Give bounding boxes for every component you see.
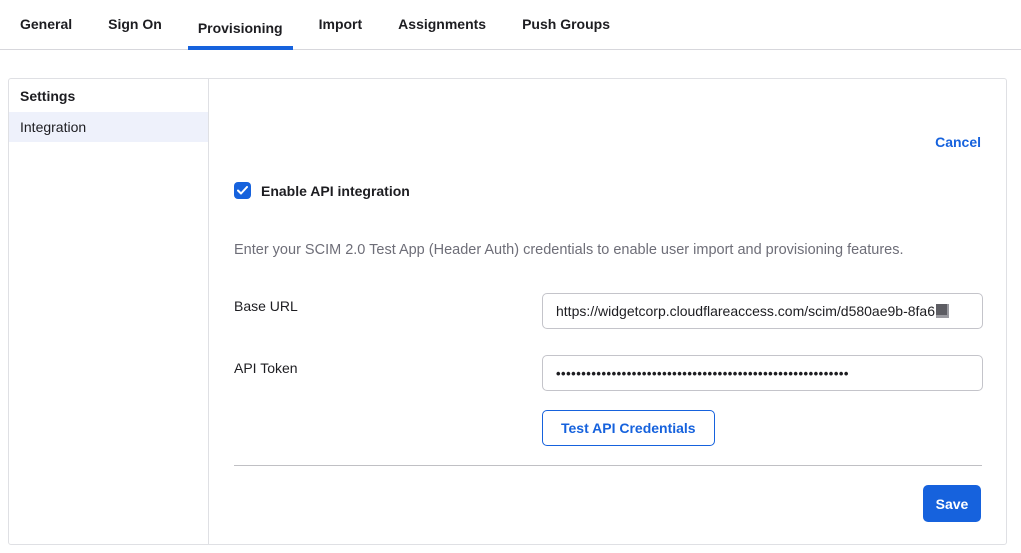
sidebar-header-settings: Settings [9, 79, 208, 112]
integration-form: Cancel Enable API integration Enter your… [209, 79, 1006, 544]
credentials-description: Enter your SCIM 2.0 Test App (Header Aut… [234, 242, 981, 258]
sidebar-item-integration[interactable]: Integration [9, 112, 208, 142]
enable-api-integration-label[interactable]: Enable API integration [261, 183, 410, 199]
base-url-label: Base URL [234, 298, 298, 314]
api-token-masked-value: ••••••••••••••••••••••••••••••••••••••••… [556, 366, 849, 381]
api-token-label: API Token [234, 360, 298, 376]
test-api-credentials-button[interactable]: Test API Credentials [542, 410, 715, 446]
base-url-input[interactable]: https://widgetcorp.cloudflareaccess.com/… [542, 293, 983, 329]
clipped-text-indicator [936, 304, 949, 318]
base-url-value: https://widgetcorp.cloudflareaccess.com/… [556, 303, 935, 319]
tab-sign-on[interactable]: Sign On [98, 16, 172, 50]
settings-sidebar: Settings Integration [9, 79, 209, 544]
api-token-input[interactable]: ••••••••••••••••••••••••••••••••••••••••… [542, 355, 983, 391]
tab-assignments[interactable]: Assignments [388, 16, 496, 50]
cancel-link[interactable]: Cancel [935, 134, 981, 150]
save-button[interactable]: Save [923, 485, 981, 522]
provisioning-panel: Settings Integration Cancel Enable API i… [8, 78, 1007, 545]
enable-api-integration-checkbox[interactable] [234, 182, 251, 199]
tab-import[interactable]: Import [309, 16, 373, 50]
tab-push-groups[interactable]: Push Groups [512, 16, 620, 50]
check-icon [237, 186, 248, 195]
tab-general[interactable]: General [10, 16, 82, 50]
app-tab-bar: General Sign On Provisioning Import Assi… [0, 0, 1021, 50]
enable-api-integration-row: Enable API integration [234, 182, 410, 199]
footer-divider [234, 465, 982, 466]
tab-provisioning[interactable]: Provisioning [188, 20, 293, 50]
